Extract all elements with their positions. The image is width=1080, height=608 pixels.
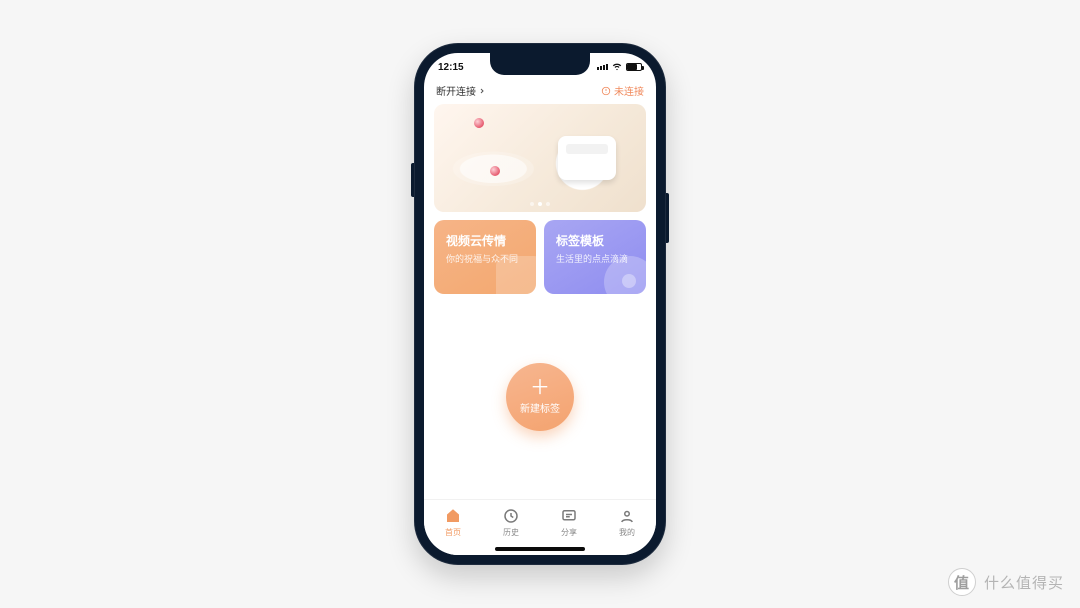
home-icon [444, 507, 462, 525]
feature-cards-row: 视频云传情 你的祝福与众不同 标签模板 生活里的点点滴滴 [424, 212, 656, 294]
home-indicator [495, 547, 585, 551]
card-subtitle: 你的祝福与众不同 [446, 252, 524, 265]
hero-device-icon [558, 136, 616, 180]
main-area: ＋ 新建标签 [424, 294, 656, 499]
user-icon [618, 507, 636, 525]
chat-icon [560, 507, 578, 525]
site-watermark: 值 什么值得买 [948, 568, 1064, 596]
tab-label: 我的 [619, 527, 635, 538]
status-time: 12:15 [438, 62, 464, 73]
cellular-icon [597, 64, 608, 70]
watermark-text: 什么值得买 [984, 572, 1064, 593]
card-title: 标签模板 [556, 232, 634, 249]
disconnect-label: 断开连接 [436, 83, 476, 98]
connection-bar: 断开连接 未连接 [424, 81, 656, 104]
phone-frame: 12:15 断开连接 未连接 [414, 43, 666, 565]
tab-home[interactable]: 首页 [424, 500, 482, 545]
chevron-right-icon [478, 87, 486, 95]
tab-label: 分享 [561, 527, 577, 538]
new-label-button[interactable]: ＋ 新建标签 [506, 363, 574, 431]
carousel-dots[interactable] [530, 202, 550, 206]
phone-screen: 12:15 断开连接 未连接 [424, 53, 656, 555]
tab-share[interactable]: 分享 [540, 500, 598, 545]
tab-label: 历史 [503, 527, 519, 538]
tab-history[interactable]: 历史 [482, 500, 540, 545]
wifi-icon [612, 62, 622, 72]
card-video-share[interactable]: 视频云传情 你的祝福与众不同 [434, 220, 536, 294]
tab-label: 首页 [445, 527, 461, 538]
hero-decor-icon [474, 118, 484, 128]
status-right-cluster [597, 62, 642, 72]
watermark-badge: 值 [948, 568, 976, 596]
plus-icon: ＋ [530, 378, 550, 398]
hero-banner[interactable] [434, 104, 646, 212]
card-label-templates[interactable]: 标签模板 生活里的点点滴滴 [544, 220, 646, 294]
fab-label: 新建标签 [520, 400, 560, 415]
disconnect-button[interactable]: 断开连接 [436, 83, 486, 98]
card-title: 视频云传情 [446, 232, 524, 249]
card-subtitle: 生活里的点点滴滴 [556, 252, 634, 265]
battery-icon [626, 63, 642, 71]
connection-status-label: 未连接 [614, 83, 644, 98]
hero-decor-icon [490, 166, 500, 176]
connection-status: 未连接 [601, 83, 644, 98]
alert-icon [601, 86, 611, 96]
tab-profile[interactable]: 我的 [598, 500, 656, 545]
clock-icon [502, 507, 520, 525]
phone-notch [490, 53, 590, 75]
